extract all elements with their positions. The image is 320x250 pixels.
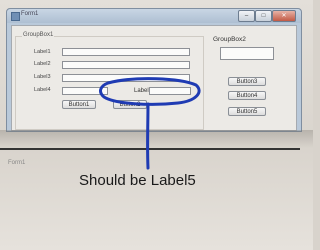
annotation-text: Should be Label5 (79, 172, 196, 189)
photo-page: Form1 – □ ✕ GroupBox1 Label1 Label2 Labe… (0, 0, 313, 250)
annotation-ink (99, 77, 201, 170)
annotation-circle (99, 77, 201, 106)
